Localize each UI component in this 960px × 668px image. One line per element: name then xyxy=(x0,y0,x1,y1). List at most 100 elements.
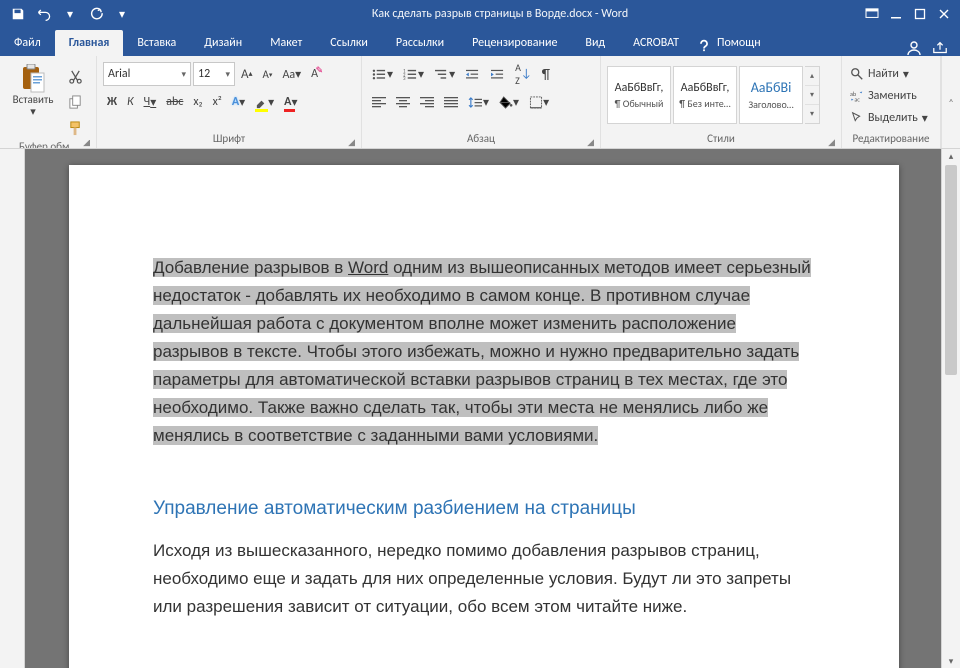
vertical-ruler xyxy=(0,149,25,668)
svg-text:3: 3 xyxy=(403,77,406,81)
group-font: Arial▾ 12▾ A▴ A▾ Aa▾ A✎ Ж К Ч▾ abc x₂ x²… xyxy=(97,56,362,148)
tab-file[interactable]: Файл xyxy=(0,30,55,56)
style-heading1[interactable]: АаБбВіЗаголово… xyxy=(739,66,803,124)
font-color-button[interactable]: A▾ xyxy=(280,90,301,114)
vertical-scrollbar[interactable]: ▴ ▾ xyxy=(941,149,960,668)
font-size-combo[interactable]: 12▾ xyxy=(193,62,235,86)
style-normal[interactable]: АаБбВвГг,¶ Обычный xyxy=(607,66,671,124)
close-icon[interactable] xyxy=(932,2,956,26)
align-right-button[interactable] xyxy=(416,90,438,114)
undo-dropdown-icon[interactable]: ▾ xyxy=(58,2,82,26)
redo-icon[interactable] xyxy=(84,2,108,26)
clipboard-label: Буфер обм… xyxy=(19,140,77,148)
ribbon: Вставить▾ Буфер обм…◢ Arial▾ 12▾ A▴ A▾ A… xyxy=(0,56,960,149)
font-name-combo[interactable]: Arial▾ xyxy=(103,62,191,86)
increase-indent-button[interactable] xyxy=(486,62,509,86)
tab-acrobat[interactable]: ACROBAT xyxy=(619,30,693,56)
superscript-button[interactable]: x² xyxy=(209,90,226,114)
styles-launcher-icon[interactable]: ◢ xyxy=(828,137,835,148)
tab-review[interactable]: Рецензирование xyxy=(458,30,571,56)
window-title: Как сделать разрыв страницы в Ворде.docx… xyxy=(140,7,860,21)
body-paragraph[interactable]: Исходя из вышесказанного, нередко помимо… xyxy=(153,537,815,621)
grow-font-button[interactable]: A▴ xyxy=(237,62,257,86)
selected-paragraph[interactable]: Добавление разрывов в Word одним из выше… xyxy=(153,254,815,450)
scroll-up-icon[interactable]: ▴ xyxy=(942,149,960,163)
subscript-button[interactable]: x₂ xyxy=(189,90,206,114)
group-paragraph: ▾ 123▾ ▾ AZ↓ ¶ ▾ ▾ ▾ Абз xyxy=(362,56,601,148)
tab-home[interactable]: Главная xyxy=(55,30,124,56)
italic-button[interactable]: К xyxy=(123,90,138,114)
tab-view[interactable]: Вид xyxy=(571,30,619,56)
align-left-button[interactable] xyxy=(368,90,390,114)
find-button[interactable]: Найти ▾ xyxy=(848,64,930,84)
collapse-ribbon-icon[interactable]: ˄ xyxy=(941,56,960,148)
share-icon[interactable] xyxy=(932,40,948,56)
change-case-button[interactable]: Aa▾ xyxy=(278,62,305,86)
scroll-down-icon[interactable]: ▾ xyxy=(942,654,960,668)
word-link: Word xyxy=(348,258,388,277)
ribbon-tabs: Файл Главная Вставка Дизайн Макет Ссылки… xyxy=(0,28,960,56)
font-launcher-icon[interactable]: ◢ xyxy=(348,137,355,148)
svg-text:ac: ac xyxy=(854,95,860,103)
multilevel-button[interactable]: ▾ xyxy=(430,62,459,86)
font-group-label: Шрифт xyxy=(213,132,245,145)
minimize-icon[interactable] xyxy=(884,2,908,26)
page[interactable]: Добавление разрывов в Word одним из выше… xyxy=(69,165,899,668)
bold-button[interactable]: Ж xyxy=(103,90,121,114)
title-bar: ▾ ▾ Как сделать разрыв страницы в Ворде.… xyxy=(0,0,960,28)
underline-button[interactable]: Ч▾ xyxy=(140,90,161,114)
tell-me-icon[interactable] xyxy=(693,34,715,56)
tell-me-label[interactable]: Помощн xyxy=(715,30,775,56)
select-button[interactable]: Выделить ▾ xyxy=(848,108,930,128)
sort-button[interactable]: AZ↓ xyxy=(511,62,536,86)
qat-customize-icon[interactable]: ▾ xyxy=(110,2,134,26)
save-icon[interactable] xyxy=(6,2,30,26)
tab-layout[interactable]: Макет xyxy=(256,30,316,56)
replace-button[interactable]: abacЗаменить xyxy=(848,86,930,106)
styles-group-label: Стили xyxy=(707,132,735,145)
paste-button[interactable]: Вставить▾ xyxy=(6,62,60,134)
para-launcher-icon[interactable]: ◢ xyxy=(587,137,594,148)
shading-button[interactable]: ▾ xyxy=(495,90,523,114)
clipboard-launcher-icon[interactable]: ◢ xyxy=(83,140,90,148)
editing-group-label: Редактирование xyxy=(853,132,930,145)
tab-mailings[interactable]: Рассылки xyxy=(382,30,458,56)
word-window: ▾ ▾ Как сделать разрыв страницы в Ворде.… xyxy=(0,0,960,668)
page-scroll[interactable]: Добавление разрывов в Word одним из выше… xyxy=(25,149,941,668)
group-clipboard: Вставить▾ Буфер обм… ◢ xyxy=(0,56,97,148)
show-marks-button[interactable]: ¶ xyxy=(538,62,554,86)
account-icon[interactable] xyxy=(906,40,922,56)
numbering-button[interactable]: 123▾ xyxy=(399,62,428,86)
shrink-font-button[interactable]: A▾ xyxy=(259,62,277,86)
copy-button[interactable] xyxy=(64,90,87,114)
style-nospacing[interactable]: АаБбВвГг,¶ Без инте… xyxy=(673,66,737,124)
styles-gallery-more[interactable]: ▴▾▾ xyxy=(805,66,820,124)
tab-insert[interactable]: Вставка xyxy=(123,30,190,56)
maximize-icon[interactable] xyxy=(908,2,932,26)
heading-2[interactable]: Управление автоматическим разбиением на … xyxy=(153,498,815,520)
quick-access-toolbar: ▾ ▾ xyxy=(0,2,140,26)
clear-format-button[interactable]: A✎ xyxy=(307,62,322,86)
paste-icon xyxy=(18,64,48,94)
justify-button[interactable] xyxy=(440,90,462,114)
tab-references[interactable]: Ссылки xyxy=(316,30,382,56)
text-effects-button[interactable]: A▾ xyxy=(228,90,249,114)
line-spacing-button[interactable]: ▾ xyxy=(464,90,493,114)
strike-button[interactable]: abc xyxy=(162,90,187,114)
decrease-indent-button[interactable] xyxy=(461,62,484,86)
cut-button[interactable] xyxy=(64,64,87,88)
scrollbar-thumb[interactable] xyxy=(945,165,957,375)
group-styles: АаБбВвГг,¶ Обычный АаБбВвГг,¶ Без инте… … xyxy=(601,56,842,148)
highlight-button[interactable]: ▾ xyxy=(251,90,278,114)
window-controls xyxy=(860,2,956,26)
format-painter-button[interactable] xyxy=(64,116,87,140)
borders-button[interactable]: ▾ xyxy=(525,90,553,114)
bullets-button[interactable]: ▾ xyxy=(368,62,397,86)
paste-label: Вставить xyxy=(13,93,54,106)
document-area: Добавление разрывов в Word одним из выше… xyxy=(0,149,960,668)
ribbon-options-icon[interactable] xyxy=(860,2,884,26)
undo-icon[interactable] xyxy=(32,2,56,26)
tab-design[interactable]: Дизайн xyxy=(190,30,256,56)
share-area xyxy=(906,40,948,56)
align-center-button[interactable] xyxy=(392,90,414,114)
